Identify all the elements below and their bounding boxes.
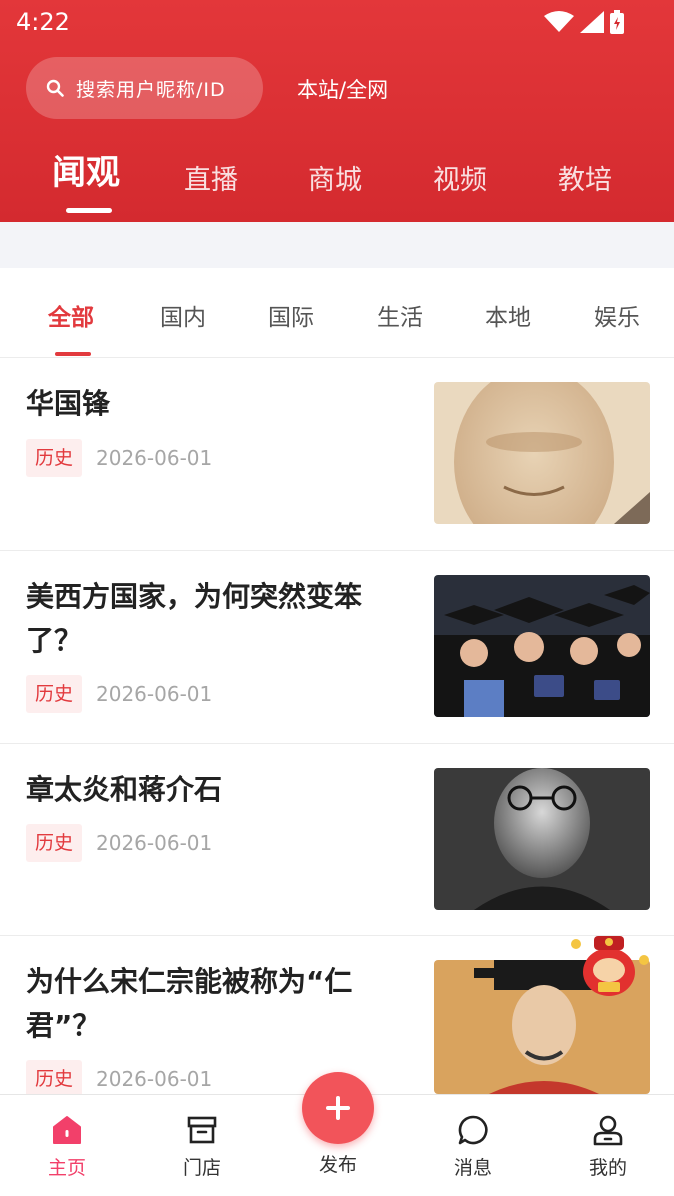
tab-mall[interactable]: 商城 [308, 158, 362, 197]
nav-home-label: 主页 [47, 1157, 86, 1179]
news-title: 章太炎和蒋介石 [26, 773, 223, 806]
tab-wenguan[interactable]: 闻观 [52, 145, 120, 194]
scope-toggle[interactable]: 本站/全网 [297, 74, 388, 104]
status-bar: 4:22 [0, 0, 674, 44]
app-header: 4:22 搜索用户昵称/ID 本站/全网 闻观 直播 商城 视频 教培 [0, 0, 674, 222]
banner-gap [0, 222, 674, 268]
news-title: 美西方国家，为何突然变笨了？ [26, 580, 363, 657]
category-indicator [55, 352, 91, 356]
profile-icon [593, 1115, 623, 1146]
battery-icon [610, 10, 624, 34]
news-title: 华国锋 [26, 387, 111, 420]
tab-education[interactable]: 教培 [558, 158, 612, 197]
nav-messages[interactable]: 消息 [428, 1113, 518, 1180]
news-date: 2026-06-01 [96, 682, 213, 706]
news-item[interactable]: 美西方国家，为何突然变笨了？ 历史 2026-06-01 [0, 551, 674, 744]
wifi-icon [544, 11, 574, 32]
tab-video[interactable]: 视频 [433, 158, 487, 197]
search-input[interactable]: 搜索用户昵称/ID [26, 57, 263, 119]
news-tag: 历史 [26, 675, 83, 713]
news-tag: 历史 [26, 824, 83, 862]
status-time: 4:22 [16, 8, 70, 36]
news-date: 2026-06-01 [96, 1067, 213, 1091]
news-item[interactable]: 章太炎和蒋介石 历史 2026-06-01 [0, 744, 674, 936]
nav-store-label: 门店 [182, 1157, 221, 1179]
home-icon [53, 1116, 81, 1144]
category-local[interactable]: 本地 [485, 298, 531, 332]
message-icon [458, 1115, 488, 1145]
nav-home[interactable]: 主页 [22, 1113, 112, 1180]
nav-profile[interactable]: 我的 [563, 1113, 653, 1180]
news-title: 为什么宋仁宗能被称为“仁君”？ [26, 965, 353, 1042]
publish-label: 发布 [318, 1154, 357, 1176]
news-date: 2026-06-01 [96, 446, 213, 470]
nav-store[interactable]: 门店 [157, 1113, 247, 1180]
promo-mascot-icon[interactable] [566, 930, 652, 1002]
news-thumbnail [434, 575, 650, 717]
signal-icon [580, 11, 604, 33]
main-tab-indicator [66, 208, 112, 213]
news-tag: 历史 [26, 439, 83, 477]
category-domestic[interactable]: 国内 [160, 298, 206, 332]
status-icons [544, 10, 624, 34]
plus-icon [326, 1096, 350, 1120]
tab-live[interactable]: 直播 [184, 158, 238, 197]
news-thumbnail [434, 382, 650, 524]
category-tabs: 全部 国内 国际 生活 本地 娱乐 [0, 268, 674, 358]
search-icon [46, 79, 64, 97]
nav-messages-label: 消息 [453, 1157, 492, 1179]
nav-profile-label: 我的 [588, 1157, 627, 1179]
main-tabs: 闻观 直播 商城 视频 教培 [0, 150, 674, 213]
publish-button[interactable] [302, 1072, 374, 1144]
news-item[interactable]: 华国锋 历史 2026-06-01 [0, 358, 674, 551]
category-life[interactable]: 生活 [377, 298, 423, 332]
news-tag: 历史 [26, 1060, 83, 1098]
category-all[interactable]: 全部 [48, 298, 94, 332]
category-international[interactable]: 国际 [268, 298, 314, 332]
search-placeholder: 搜索用户昵称/ID [76, 78, 226, 101]
category-entertainment[interactable]: 娱乐 [594, 298, 640, 332]
news-date: 2026-06-01 [96, 831, 213, 855]
news-thumbnail [434, 768, 650, 910]
store-icon [187, 1116, 217, 1144]
